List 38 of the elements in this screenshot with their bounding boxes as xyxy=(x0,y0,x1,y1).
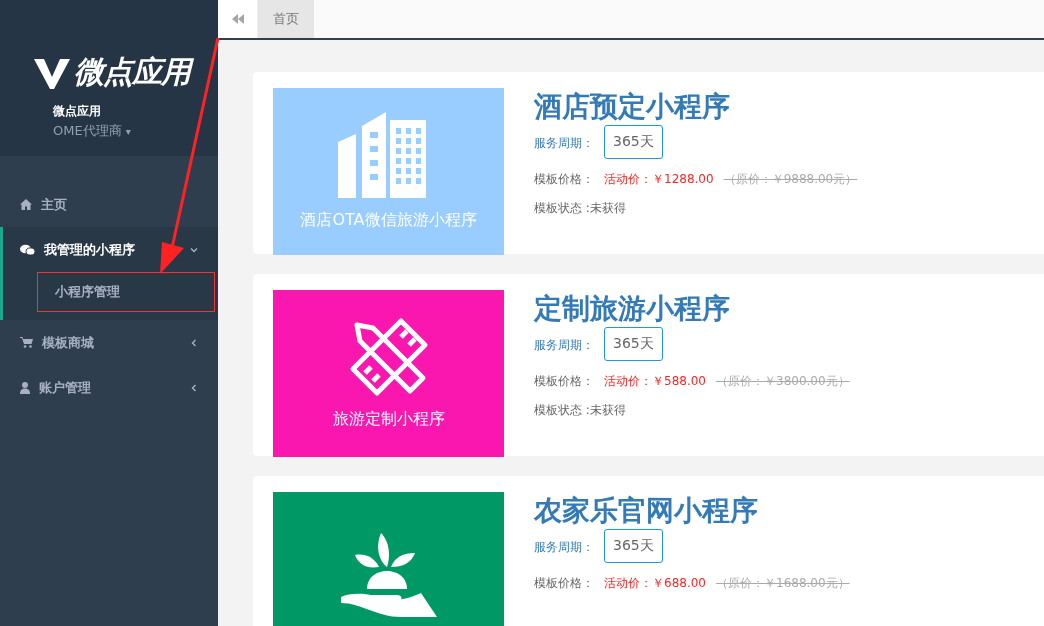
submenu-item[interactable]: 小程序管理 xyxy=(37,272,215,312)
service-period-badge: 365天 xyxy=(604,529,663,563)
tab[interactable]: 首页 xyxy=(258,0,314,38)
sale-price: 活动价：￥588.00 xyxy=(604,373,706,390)
price-label: 模板价格： xyxy=(534,171,594,188)
service-period-label: 服务周期： xyxy=(534,134,594,152)
nav-item[interactable]: 模板商城 xyxy=(0,320,218,365)
nav-item[interactable]: 账户管理 xyxy=(0,365,218,410)
user-icon xyxy=(20,381,30,394)
price-label: 模板价格： xyxy=(534,373,594,390)
price-label: 模板价格： xyxy=(534,575,594,592)
double-chevron-left-icon xyxy=(231,14,244,24)
thumbnail-caption: 酒店OTA微信旅游小程序 xyxy=(300,210,477,231)
template-title[interactable]: 酒店预定小程序 xyxy=(534,87,858,127)
pencil-ruler-icon xyxy=(348,317,429,397)
service-period-badge: 365天 xyxy=(604,327,663,361)
thumbnail-caption: 旅游定制小程序 xyxy=(332,409,445,430)
collapse-button[interactable] xyxy=(218,0,258,38)
original-price: （原价：￥1688.00元） xyxy=(716,575,850,592)
app-name: 微点应用 xyxy=(53,103,102,120)
original-price: （原价：￥9888.00元） xyxy=(723,171,858,188)
nav-item[interactable]: 主页 xyxy=(0,182,218,227)
template-status: 模板状态 :未获得 xyxy=(534,402,626,419)
home-icon xyxy=(20,199,32,210)
original-price: （原价：￥3800.00元） xyxy=(716,373,850,390)
chat-bubbles-icon xyxy=(20,243,35,256)
service-period-label: 服务周期： xyxy=(534,336,594,354)
cart-icon xyxy=(20,337,33,348)
template-status: 模板状态 :未获得 xyxy=(534,200,626,217)
sale-price: 活动价：￥688.00 xyxy=(604,575,706,592)
role-dropdown[interactable]: OME代理商 ▾ xyxy=(53,122,131,140)
sale-price: 活动价：￥1288.00 xyxy=(604,171,714,188)
template-title[interactable]: 农家乐官网小程序 xyxy=(534,491,850,531)
logo-icon xyxy=(34,56,70,89)
service-period-badge: 365天 xyxy=(604,125,663,159)
template-title[interactable]: 定制旅游小程序 xyxy=(534,289,850,329)
plant-in-hand-icon xyxy=(340,532,437,619)
service-period-label: 服务周期： xyxy=(534,538,594,556)
